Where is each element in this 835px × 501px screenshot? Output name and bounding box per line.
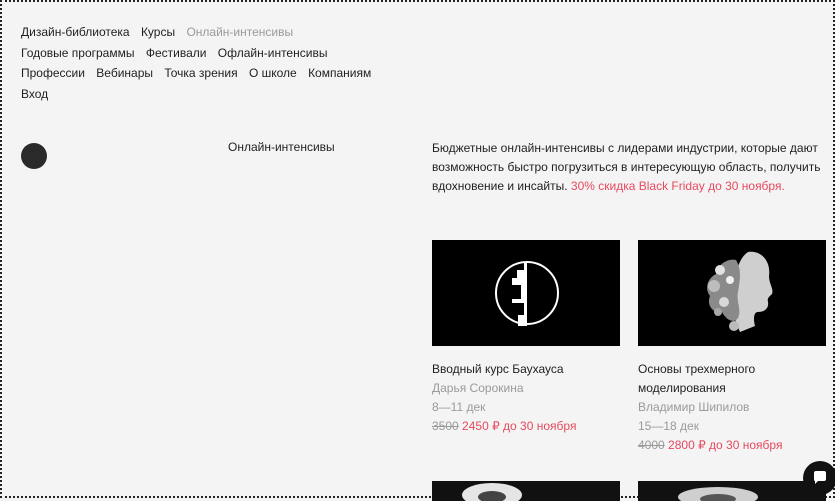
course-card[interactable]: Основы трехмерного моделирования Владими… (638, 240, 826, 455)
nav-item-about[interactable]: О школе (249, 66, 297, 80)
nav-row-4: Вход (21, 84, 441, 105)
photo-image (462, 483, 522, 501)
nav-row-1: Дизайн-библиотека Курсы Онлайн-интенсивы (21, 22, 441, 43)
course-author: Дарья Сорокина (432, 381, 524, 395)
nav-item-courses[interactable]: Курсы (141, 25, 175, 39)
course-card[interactable]: Вводный курс Баухауса Дарья Сорокина 8—1… (432, 240, 620, 436)
main-nav: Дизайн-библиотека Курсы Онлайн-интенсивы… (21, 22, 441, 104)
discount-price: 2450 ₽ до 30 ноября (462, 419, 577, 433)
section-description: Бюджетные онлайн-интенсивы с лидерами ин… (432, 139, 822, 196)
old-price: 3500 (432, 419, 459, 433)
nav-item-design-library[interactable]: Дизайн-библиотека (21, 25, 130, 39)
nav-row-2: Годовые программы Фестивали Офлайн-интен… (21, 43, 441, 64)
nav-item-online-intensives[interactable]: Онлайн-интенсивы (186, 25, 293, 39)
chat-button[interactable] (803, 461, 835, 495)
nav-row-3: Профессии Вебинары Точка зрения О школе … (21, 63, 441, 84)
course-dates: 8—11 дек (432, 400, 486, 414)
course-price: 3500 2450 ₽ до 30 ноября (432, 417, 620, 436)
old-price: 4000 (638, 438, 665, 452)
nav-item-webinars[interactable]: Вебинары (96, 66, 153, 80)
course-author: Владимир Шипилов (638, 400, 750, 414)
course-thumbnail[interactable] (638, 240, 826, 346)
chat-bubble-icon (814, 471, 826, 484)
course-title[interactable]: Вводный курс Баухауса (432, 360, 620, 379)
course-thumbnail-partial[interactable] (638, 481, 826, 501)
bauhaus-logo-icon (495, 261, 559, 326)
profile-sculpture-image (707, 251, 773, 332)
course-thumbnail[interactable] (432, 240, 620, 346)
course-dates: 15—18 дек (638, 419, 699, 433)
nav-item-festivals[interactable]: Фестивали (146, 46, 207, 60)
nav-item-point-of-view[interactable]: Точка зрения (164, 66, 237, 80)
photo-image (678, 487, 758, 501)
page-title: Онлайн-интенсивы (228, 140, 335, 154)
course-price: 4000 2800 ₽ до 30 ноября (638, 436, 826, 455)
discount-price: 2800 ₽ до 30 ноября (668, 438, 783, 452)
nav-item-annual-programs[interactable]: Годовые программы (21, 46, 134, 60)
nav-item-professions[interactable]: Профессии (21, 66, 85, 80)
school-logo-icon[interactable] (21, 143, 47, 169)
course-thumbnail-partial[interactable] (432, 481, 620, 501)
nav-item-login[interactable]: Вход (21, 87, 48, 101)
nav-item-companies[interactable]: Компаниям (308, 66, 371, 80)
promo-link[interactable]: 30% скидка Black Friday до 30 ноября. (571, 179, 785, 193)
course-title[interactable]: Основы трехмерного моделирования (638, 360, 826, 398)
nav-item-offline-intensives[interactable]: Офлайн-интенсивы (218, 46, 328, 60)
